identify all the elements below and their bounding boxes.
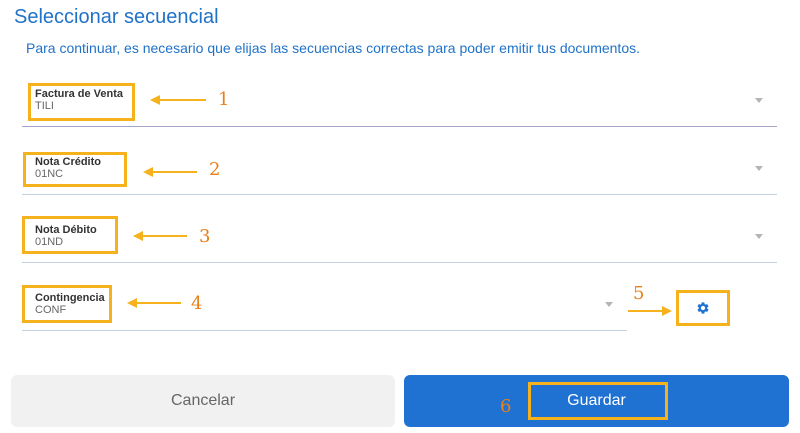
annotation-number-2: 2 xyxy=(209,159,221,180)
arrow-left-icon xyxy=(143,167,197,177)
arrow-left-icon xyxy=(127,298,181,308)
highlight-box-2 xyxy=(23,152,127,187)
annotation-number-3: 3 xyxy=(199,226,211,247)
dropdown-caret-icon xyxy=(755,98,763,103)
page-title: Seleccionar secuencial xyxy=(14,6,219,28)
annotation-number-4: 4 xyxy=(191,293,203,314)
highlight-box-1 xyxy=(28,83,135,121)
arrow-left-icon xyxy=(133,231,187,241)
highlight-box-6 xyxy=(528,382,668,420)
annotation-number-1: 1 xyxy=(218,89,230,110)
dropdown-caret-icon xyxy=(605,302,613,307)
contingencia-select[interactable]: Contingencia CONF xyxy=(22,264,627,331)
annotation-number-5: 5 xyxy=(633,283,645,304)
highlight-box-5 xyxy=(676,290,730,326)
dropdown-caret-icon xyxy=(755,234,763,239)
factura-de-venta-select[interactable]: Factura de Venta TILI xyxy=(22,60,777,127)
arrow-left-icon xyxy=(150,95,206,105)
annotation-number-6: 6 xyxy=(500,396,512,417)
cancel-button[interactable]: Cancelar xyxy=(11,375,395,427)
arrow-right-icon xyxy=(628,306,672,316)
highlight-box-3 xyxy=(22,216,118,254)
dropdown-caret-icon xyxy=(755,166,763,171)
page-subtitle: Para continuar, es necesario que elijas … xyxy=(26,40,640,56)
highlight-box-4 xyxy=(22,285,112,323)
nota-credito-select[interactable]: Nota Crédito 01NC xyxy=(22,128,777,195)
